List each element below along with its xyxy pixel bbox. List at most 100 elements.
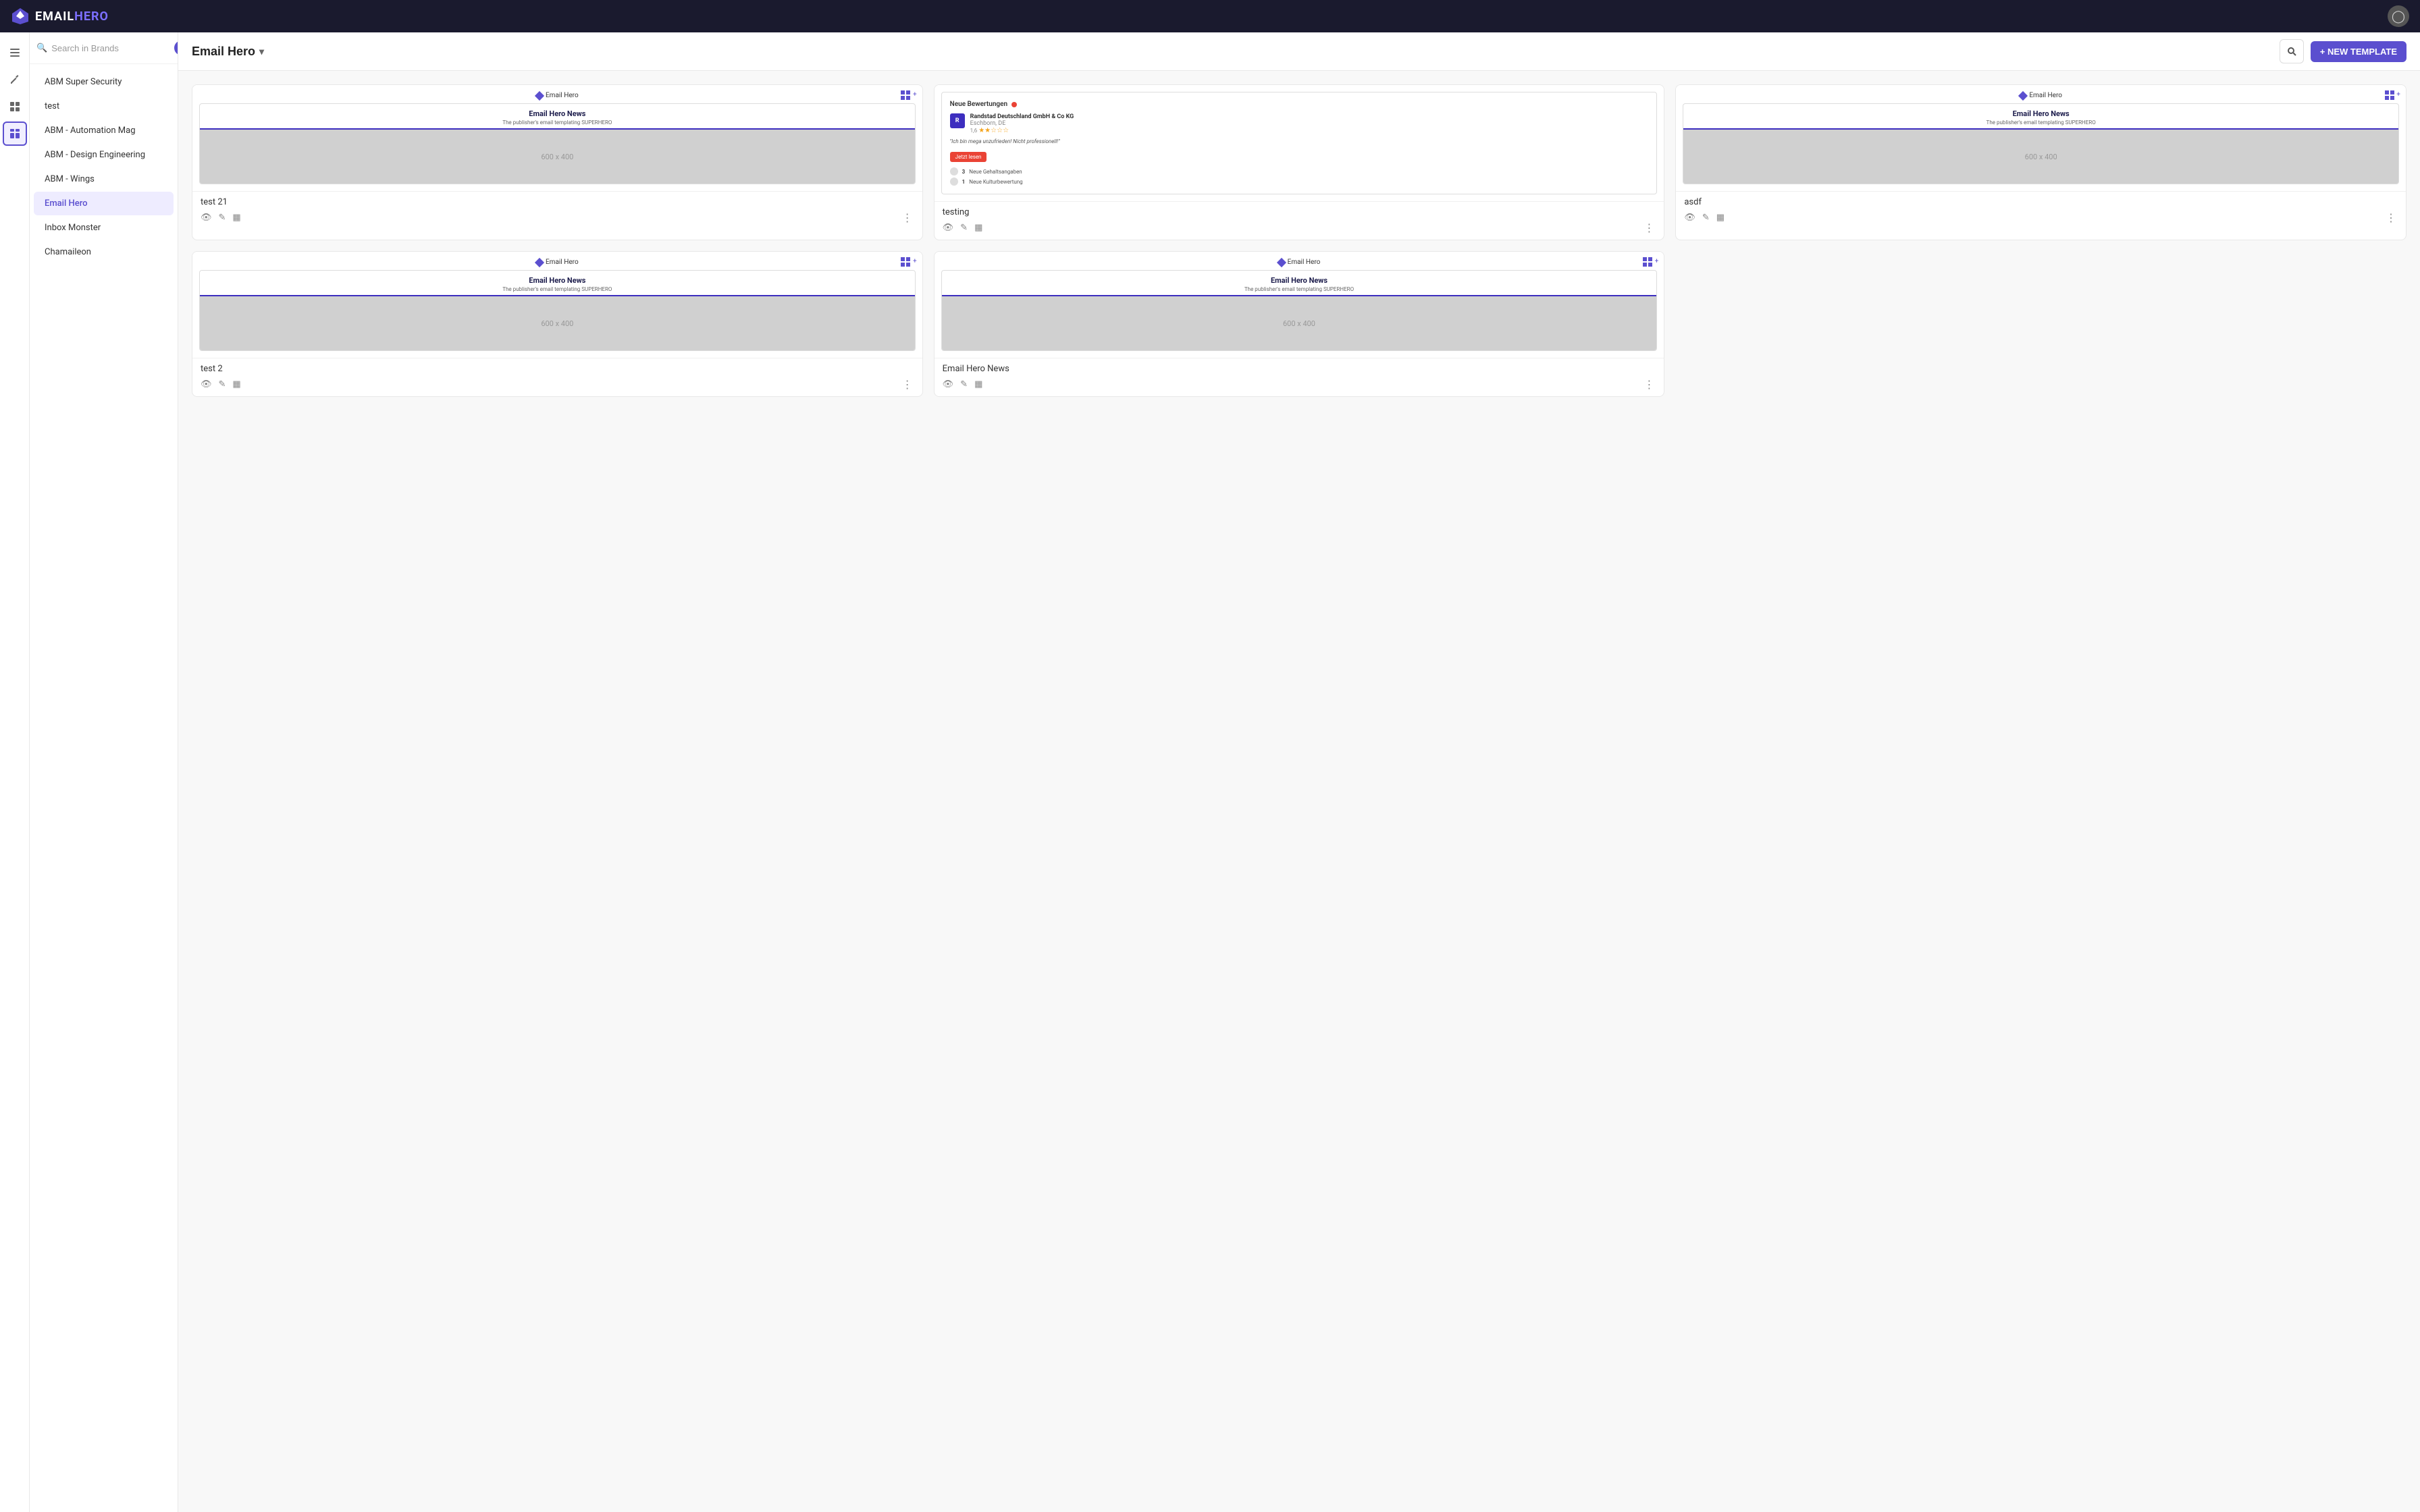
chevron-down-icon: ▾ [259,46,264,57]
brand-item-abm-super-security[interactable]: ABM Super Security [34,70,174,94]
email-preview: Email Hero News The publisher's email te… [1683,103,2399,184]
template-actions: 👁 ✎ ▦ ⋮ [943,221,1656,234]
stat-label-1: Neue Gehaltsangaben [969,169,1022,175]
company-logo: R [950,113,965,128]
template-preview-test2: Email Hero Email Hero News The publisher… [192,252,922,358]
brand-item-test[interactable]: test [34,94,174,118]
template-footer-test2: test 2 👁 ✎ ▦ ⋮ [192,358,922,396]
preview-icon[interactable]: 👁 [943,379,954,389]
main-layout: 🔍 + ABM Super Security test ABM - Automa… [0,32,2420,1512]
search-icon: 🔍 [36,43,47,53]
more-options-button[interactable]: ⋮ [2384,211,2398,224]
stat-icon-2 [950,178,958,186]
template-footer-emailheronews: Email Hero News 👁 ✎ ▦ ⋮ [935,358,1664,396]
template-card-emailheronews: Email Hero Email Hero News The publisher… [934,251,1665,397]
brand-item-abm-wings[interactable]: ABM - Wings [34,167,174,191]
preview-icon[interactable]: 👁 [201,213,212,223]
stat-label-2: Neue Kulturbewertung [969,179,1022,185]
template-name: Email Hero News [943,364,1656,374]
selected-brand-label: Email Hero [192,45,255,59]
brand-item-abm-automation[interactable]: ABM - Automation Mag [34,119,174,142]
template-name: asdf [1684,197,2398,207]
review-stats: 3 Neue Gehaltsangaben 1 Neue Kulturbewer… [950,167,1649,186]
email-preview-title: Email Hero News [208,276,907,285]
template-footer-asdf: asdf 👁 ✎ ▦ ⋮ [1676,191,2406,230]
email-preview-image: 600 x 400 [942,296,1657,350]
template-card-asdf: Email Hero Email Hero News The publisher… [1675,84,2406,240]
sidebar-nav-grid[interactable] [3,94,27,119]
edit-icon[interactable]: ✎ [1702,213,1710,223]
brands-search-area: 🔍 + [30,32,178,64]
sidebar-nav-list[interactable] [3,40,27,65]
header-actions: + NEW TEMPLATE [2280,39,2406,63]
logo-icon [11,7,30,26]
review-company-row: R Randstad Deutschland GmbH & Co KG Esch… [950,113,1649,134]
template-footer-testing: testing 👁 ✎ ▦ ⋮ [935,201,1664,240]
brand-item-abm-design[interactable]: ABM - Design Engineering [34,143,174,167]
review-header-label: Neue Bewertungen [950,101,1007,108]
brand-list: ABM Super Security test ABM - Automation… [30,64,178,270]
template-name: testing [943,207,1656,217]
brand-item-chamaileon[interactable]: Chamaileon [34,240,174,264]
template-footer-test21: test 21 👁 ✎ ▦ ⋮ [192,191,922,230]
search-input[interactable] [51,43,170,53]
more-options-button[interactable]: ⋮ [901,211,914,224]
template-grid-icon: + [901,257,916,269]
edit-icon[interactable]: ✎ [960,379,968,389]
preview-icon[interactable]: 👁 [201,379,212,389]
brand-badge-label: Email Hero [1288,259,1321,266]
template-brand-badge: Email Hero [199,259,916,266]
copy-icon[interactable]: ▦ [232,379,240,389]
review-header: Neue Bewertungen [950,101,1649,108]
stars-icon: ★★☆☆☆ [978,127,1009,134]
brand-diamond-icon [1277,257,1286,267]
brand-item-inbox-monster[interactable]: Inbox Monster [34,216,174,240]
new-template-button[interactable]: + NEW TEMPLATE [2311,41,2406,62]
sidebar-nav-templates[interactable] [3,122,27,146]
more-options-button[interactable]: ⋮ [1642,221,1656,234]
template-actions: 👁 ✎ ▦ ⋮ [201,211,914,224]
templates-grid: Email Hero Email Hero News The publisher… [178,71,2420,1512]
stat-row-1: 3 Neue Gehaltsangaben [950,167,1649,176]
sidebar-nav-tools[interactable] [3,68,27,92]
review-cta-button[interactable]: Jetzt lesen [950,152,987,162]
brand-diamond-icon [2018,90,2028,100]
template-action-icons: 👁 ✎ ▦ [1684,213,1725,223]
stat-num-2: 1 [962,179,966,185]
edit-icon[interactable]: ✎ [219,213,226,223]
review-preview: Neue Bewertungen R Randstad Deutschland … [941,92,1658,194]
brand-item-email-hero[interactable]: Email Hero [34,192,174,215]
template-card-testing: Neue Bewertungen R Randstad Deutschland … [934,84,1665,240]
content-header: Email Hero ▾ + NEW TEMPLATE [178,32,2420,71]
review-quote: "Ich bin mega unzufrieden! Nicht profess… [950,138,1649,144]
template-preview-asdf: Email Hero Email Hero News The publisher… [1676,85,2406,191]
email-preview-subtitle: The publisher's email templating SUPERHE… [208,286,907,292]
copy-icon[interactable]: ▦ [1716,213,1725,223]
copy-icon[interactable]: ▦ [974,379,982,389]
email-preview-title: Email Hero News [208,109,907,118]
icon-sidebar [0,32,30,1512]
email-preview-header: Email Hero News The publisher's email te… [200,104,915,130]
edit-icon[interactable]: ✎ [219,379,226,389]
template-card-test2: Email Hero Email Hero News The publisher… [192,251,923,397]
email-preview-subtitle: The publisher's email templating SUPERHE… [950,286,1649,292]
preview-icon[interactable]: 👁 [943,223,954,233]
copy-icon[interactable]: ▦ [232,213,240,223]
template-brand-badge: Email Hero [199,92,916,99]
email-preview-header: Email Hero News The publisher's email te… [200,271,915,296]
template-preview-testing: Neue Bewertungen R Randstad Deutschland … [935,85,1664,201]
user-avatar[interactable]: ◯ [2388,5,2409,27]
template-preview-emailheronews: Email Hero Email Hero News The publisher… [935,252,1664,358]
edit-icon[interactable]: ✎ [960,223,968,233]
top-navigation: EMAILHERO ◯ [0,0,2420,32]
brand-badge-label: Email Hero [546,259,579,266]
brand-title-dropdown[interactable]: Email Hero ▾ [192,45,264,59]
header-search-button[interactable] [2280,39,2304,63]
preview-icon[interactable]: 👁 [1684,213,1695,223]
copy-icon[interactable]: ▦ [974,223,982,233]
more-options-button[interactable]: ⋮ [901,378,914,391]
email-preview-image: 600 x 400 [200,130,915,184]
more-options-button[interactable]: ⋮ [1642,378,1656,391]
email-preview-subtitle: The publisher's email templating SUPERHE… [1691,119,2390,126]
review-badge [1011,102,1017,107]
